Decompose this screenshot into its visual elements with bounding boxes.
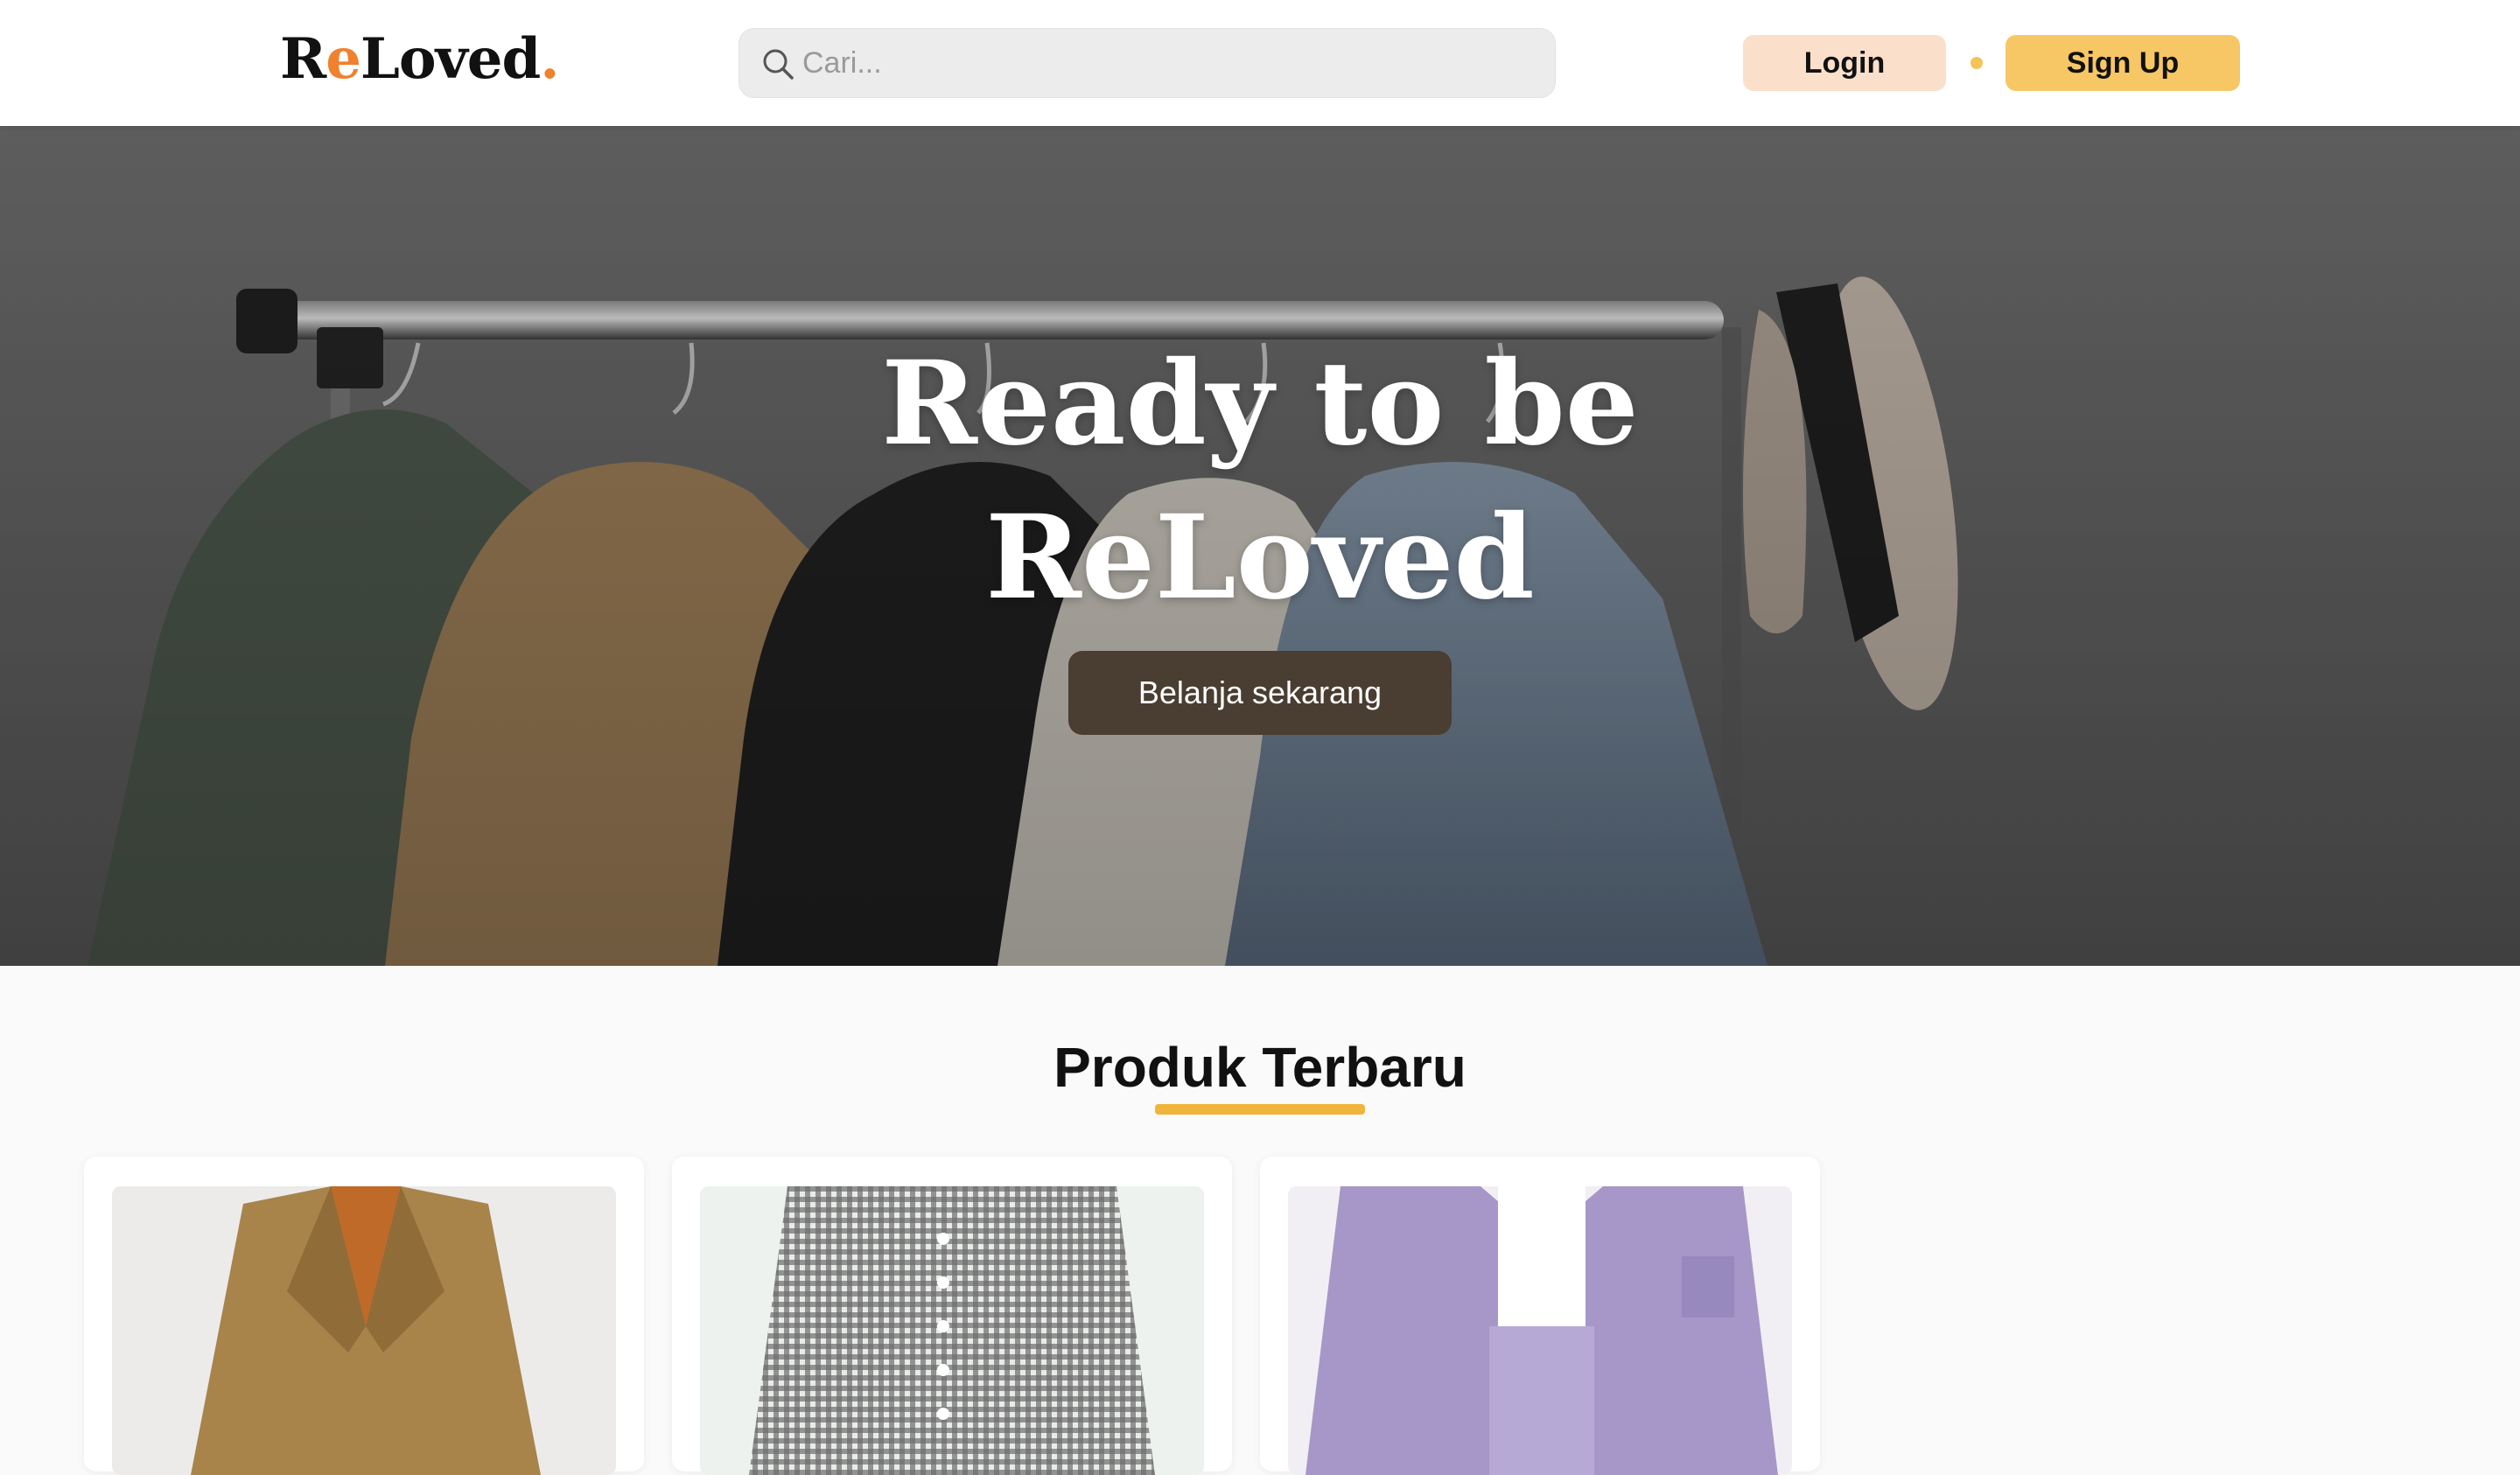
shop-now-button[interactable]: Belanja sekarang [1068, 651, 1452, 735]
section-title-underline [1155, 1104, 1365, 1115]
product-image-brown-blazer[interactable] [112, 1186, 616, 1475]
search-bar [738, 28, 1556, 98]
navbar: ReLoved. Login Sign Up [0, 0, 2520, 126]
search-input[interactable] [801, 29, 1536, 97]
signup-button[interactable]: Sign Up [2006, 35, 2240, 91]
login-button[interactable]: Login [1743, 35, 1946, 91]
logo[interactable]: ReLoved. [280, 24, 560, 94]
hero-banner: Ready to be ReLoved Belanja sekarang [0, 126, 2520, 966]
product-card[interactable] [84, 1157, 644, 1475]
product-image-gingham-skirt[interactable] [700, 1186, 1204, 1475]
logo-text-loved: Loved [360, 26, 541, 92]
logo-text-e: e [326, 26, 361, 92]
section-title-latest-products: Produk Terbaru [1054, 1036, 1466, 1099]
product-card[interactable] [672, 1157, 1232, 1475]
hero-title-line-1: Ready to be [881, 336, 1639, 472]
search-icon [763, 49, 794, 80]
logo-text-r: R [280, 26, 326, 92]
product-image-lilac-shirt-set[interactable] [1288, 1186, 1792, 1475]
hero-title-line-2: ReLoved [985, 490, 1535, 626]
hero-title: Ready to be ReLoved [0, 327, 2520, 635]
nav-separator-dot [1970, 57, 1983, 69]
product-card[interactable] [1260, 1157, 1820, 1475]
logo-dot: . [540, 26, 559, 92]
